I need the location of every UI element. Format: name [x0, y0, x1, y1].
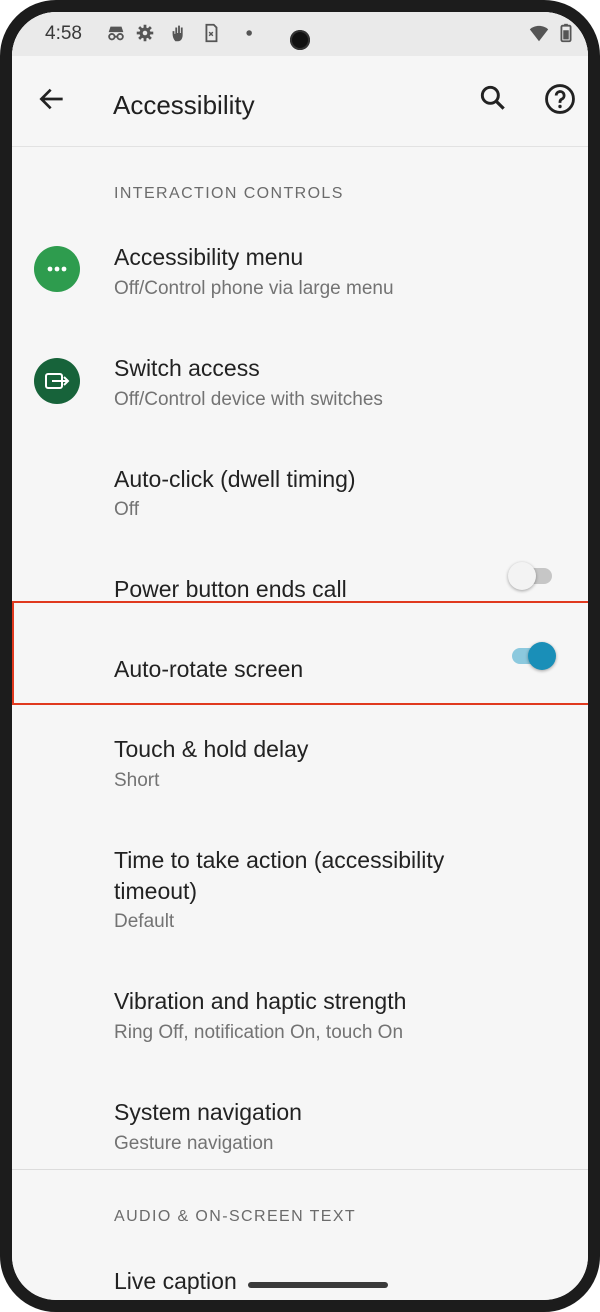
- accessibility-menu-icon: [34, 246, 80, 292]
- status-time: 4:58: [45, 23, 82, 44]
- camera-cutout: [290, 30, 310, 50]
- search-icon[interactable]: [477, 82, 509, 114]
- gesture-home-bar[interactable]: [248, 1282, 388, 1288]
- item-title: Vibration and haptic strength: [114, 988, 407, 1014]
- item-title-line2: timeout): [114, 878, 198, 904]
- item-subtitle: Gesture navigation: [114, 1133, 274, 1154]
- back-arrow-icon[interactable]: [36, 83, 68, 115]
- settings-gear-icon: [136, 24, 154, 42]
- item-title: Accessibility menu: [114, 244, 304, 270]
- power-button-toggle[interactable]: [508, 558, 556, 594]
- item-subtitle: Off/Control phone via large menu: [114, 278, 394, 299]
- item-subtitle: Off: [114, 499, 139, 520]
- toggle-thumb: [528, 642, 556, 670]
- status-bar: 4:58: [12, 12, 588, 56]
- section-header-interaction-controls: INTERACTION CONTROLS: [114, 185, 344, 202]
- sim-icon: [205, 23, 218, 43]
- screen: 4:58 Accessibility INTERACTION CONTROLS: [12, 12, 588, 1300]
- incognito-icon: [108, 26, 124, 41]
- app-bar: Accessibility: [12, 56, 588, 147]
- section-header-audio-on-screen-text: AUDIO & ON-SCREEN TEXT: [114, 1208, 357, 1225]
- item-title: Auto-rotate screen: [114, 656, 304, 682]
- section-divider: [12, 1169, 588, 1170]
- battery-icon: [560, 23, 572, 43]
- phone-frame: 4:58 Accessibility INTERACTION CONTROLS: [0, 0, 600, 1312]
- item-title: Auto-click (dwell timing): [114, 466, 356, 492]
- toggle-thumb: [508, 562, 536, 590]
- item-subtitle: Default: [114, 911, 175, 932]
- item-title: Live caption: [114, 1268, 237, 1294]
- item-title: Power button ends call: [114, 576, 347, 602]
- switch-access-icon: [34, 358, 80, 404]
- item-title: System navigation: [114, 1099, 302, 1125]
- item-title: Switch access: [114, 355, 260, 381]
- help-icon[interactable]: [543, 82, 577, 116]
- dot-icon: [246, 30, 252, 36]
- page-title: Accessibility: [113, 90, 255, 120]
- item-subtitle: Ring Off, notification On, touch On: [114, 1022, 404, 1043]
- wifi-icon: [529, 25, 549, 42]
- item-title: Touch & hold delay: [114, 736, 309, 762]
- device: 4:58 Accessibility INTERACTION CONTROLS: [0, 0, 600, 1312]
- item-subtitle: Short: [114, 770, 160, 791]
- hand-icon: [172, 25, 183, 42]
- auto-rotate-toggle[interactable]: [508, 638, 556, 674]
- item-subtitle: Off/Control device with switches: [114, 389, 383, 410]
- item-title-line1: Time to take action (accessibility: [114, 847, 445, 873]
